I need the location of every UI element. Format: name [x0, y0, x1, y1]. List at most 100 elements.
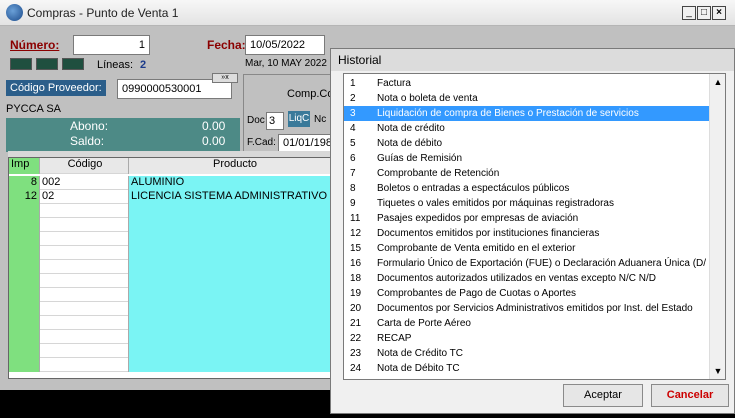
list-item[interactable]: 4 Nota de crédito — [344, 121, 710, 136]
grid-header: Imp Código Producto — [9, 158, 337, 174]
list-item-number: 18 — [350, 273, 362, 284]
list-item[interactable]: 16 Formulario Único de Exportación (FUE) … — [344, 256, 710, 271]
list-item-label: Pasajes expedidos por empresas de aviaci… — [377, 213, 579, 224]
numero-field[interactable]: 1 — [73, 35, 150, 55]
table-row[interactable] — [9, 330, 337, 344]
abono-value: 0.00 — [202, 119, 226, 133]
doc-field[interactable]: 3 — [266, 112, 284, 130]
list-item[interactable]: 18 Documentos autorizados utilizados en v… — [344, 271, 710, 286]
list-item-label: Tiquetes o vales emitidos por máquinas r… — [377, 198, 614, 209]
aceptar-button[interactable]: Aceptar — [563, 384, 643, 407]
list-item-label: Nota de Crédito TC — [377, 348, 463, 359]
grid-header-producto[interactable]: Producto — [129, 158, 337, 174]
table-row[interactable] — [9, 260, 337, 274]
list-item-number: 11 — [350, 213, 361, 224]
list-item[interactable]: 6 Guías de Remisión — [344, 151, 710, 166]
doc-label: Doc — [247, 115, 265, 126]
toolbar-icon-2[interactable] — [36, 58, 58, 70]
product-grid[interactable]: Imp Código Producto 8 002 ALUMINIO 12 02… — [8, 157, 338, 379]
list-item-label: RECAP — [377, 333, 412, 344]
numero-label: Número: — [10, 38, 60, 52]
table-row[interactable] — [9, 204, 337, 218]
cell-producto[interactable]: LICENCIA SISTEMA ADMINISTRATIVO - CO — [129, 190, 337, 204]
list-item-number: 5 — [350, 138, 356, 149]
lineas-label: Líneas: — [97, 59, 134, 71]
list-item-label: Factura — [377, 78, 411, 89]
cell-codigo[interactable]: 02 — [40, 190, 129, 204]
table-row[interactable] — [9, 316, 337, 330]
grid-header-imp[interactable]: Imp — [9, 158, 40, 174]
list-item-label: Comprobante de Venta emitido en el exter… — [377, 243, 576, 254]
table-row[interactable] — [9, 218, 337, 232]
lookup-icon[interactable]: »x — [212, 73, 238, 83]
list-item-number: 9 — [350, 198, 356, 209]
close-icon[interactable]: × — [712, 6, 726, 20]
list-item[interactable]: 24 Nota de Débito TC — [344, 361, 710, 376]
list-scrollbar[interactable]: ▲ ▼ — [709, 74, 725, 379]
codigo-proveedor-button[interactable]: Código Proveedor: — [6, 80, 106, 96]
proveedor-name: PYCCA SA — [6, 103, 62, 115]
list-item[interactable]: 22 RECAP — [344, 331, 710, 346]
saldo-value: 0.00 — [202, 134, 226, 148]
list-item[interactable]: 19 Comprobantes de Pago de Cuotas o Aport… — [344, 286, 710, 301]
title-bar[interactable]: Compras - Punto de Venta 1 _ □ × — [0, 0, 735, 26]
grid-header-codigo[interactable]: Código — [40, 158, 129, 174]
table-row[interactable]: 12 02 LICENCIA SISTEMA ADMINISTRATIVO - … — [9, 190, 337, 204]
list-item[interactable]: 11 Pasajes expedidos por empresas de avia… — [344, 211, 710, 226]
list-item[interactable]: 8 Boletos o entradas a espectáculos públi… — [344, 181, 710, 196]
table-row[interactable] — [9, 344, 337, 358]
list-item[interactable]: 12 Documentos emitidos por instituciones … — [344, 226, 710, 241]
table-row[interactable] — [9, 358, 337, 372]
table-row[interactable] — [9, 246, 337, 260]
cell-imp[interactable]: 12 — [9, 190, 40, 204]
list-item-number: 16 — [350, 258, 362, 269]
fcad-field[interactable]: 01/01/198 — [278, 134, 338, 152]
list-item-label: Carta de Porte Aéreo — [377, 318, 471, 329]
fecha-field[interactable]: 10/05/2022 — [245, 35, 325, 55]
cell-producto[interactable]: ALUMINIO — [129, 176, 337, 190]
window-title: Compras - Punto de Venta 1 — [27, 6, 179, 20]
historial-title[interactable]: Historial — [331, 49, 734, 71]
historial-list[interactable]: 1 Factura 2 Nota o boleta de venta 3 Liquid… — [343, 73, 726, 380]
table-row[interactable] — [9, 288, 337, 302]
table-row[interactable]: 8 002 ALUMINIO — [9, 176, 337, 190]
list-item-label: Comprobantes de Pago de Cuotas o Aportes — [377, 288, 577, 299]
cell-imp[interactable]: 8 — [9, 176, 40, 190]
list-item[interactable]: 7 Comprobante de Retención — [344, 166, 710, 181]
doc-type-button[interactable]: LiqC — [288, 111, 310, 127]
table-row[interactable] — [9, 302, 337, 316]
historial-dialog: Historial 1 Factura 2 Nota o boleta de ven… — [330, 48, 735, 414]
toolbar-icon-3[interactable] — [62, 58, 84, 70]
list-item[interactable]: 9 Tiquetes o vales emitidos por máquinas … — [344, 196, 710, 211]
list-item-label: Nota de débito — [377, 138, 443, 149]
fecha-long: Mar, 10 MAY 2022 — [245, 58, 327, 69]
list-item-number: 12 — [350, 228, 362, 239]
list-item-number: 23 — [350, 348, 362, 359]
list-item-selected[interactable]: 3 Liquidación de compra de Bienes o Prest… — [344, 106, 710, 121]
list-item-label: Nota de Débito TC — [377, 363, 460, 374]
list-item[interactable]: 21 Carta de Porte Aéreo — [344, 316, 710, 331]
toolbar-icon-1[interactable] — [10, 58, 32, 70]
list-item[interactable]: 23 Nota de Crédito TC — [344, 346, 710, 361]
list-item-number: 15 — [350, 243, 362, 254]
cancelar-button[interactable]: Cancelar — [651, 384, 729, 407]
list-item[interactable]: 2 Nota o boleta de venta — [344, 91, 710, 106]
scroll-down-icon[interactable]: ▼ — [710, 363, 725, 379]
lineas-value: 2 — [140, 59, 147, 71]
minimize-icon[interactable]: _ — [682, 6, 696, 20]
list-item-label: Comprobante de Retención — [377, 168, 500, 179]
list-item[interactable]: 1 Factura — [344, 76, 710, 91]
scroll-up-icon[interactable]: ▲ — [710, 74, 725, 90]
list-item[interactable]: 15 Comprobante de Venta emitido en el ext… — [344, 241, 710, 256]
maximize-icon[interactable]: □ — [697, 6, 711, 20]
list-item-number: 1 — [350, 78, 356, 89]
table-row[interactable] — [9, 232, 337, 246]
app-icon — [6, 4, 23, 21]
cell-codigo[interactable]: 002 — [40, 176, 129, 190]
table-row[interactable] — [9, 274, 337, 288]
list-item-label: Documentos autorizados utilizados en ven… — [377, 273, 657, 284]
list-item[interactable]: 20 Documentos por Servicios Administrativ… — [344, 301, 710, 316]
list-item[interactable]: 5 Nota de débito — [344, 136, 710, 151]
list-item-number: 8 — [350, 183, 356, 194]
list-item-label: Documentos emitidos por instituciones fi… — [377, 228, 600, 239]
